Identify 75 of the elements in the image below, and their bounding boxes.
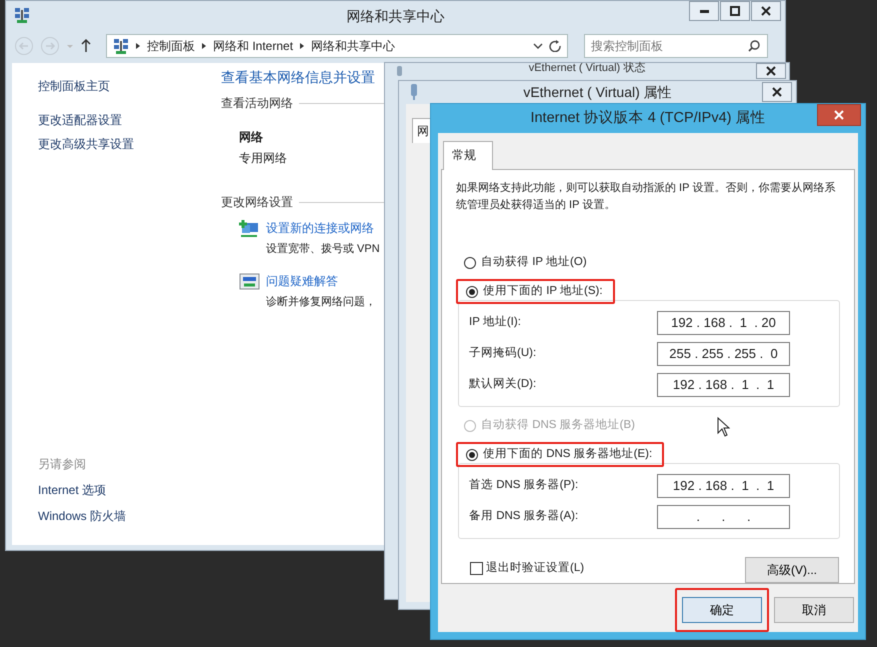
maximize-button[interactable] — [720, 1, 750, 21]
close-icon — [833, 109, 845, 121]
maximize-icon — [730, 6, 740, 16]
task-description: 诊断并修复网络问题， — [266, 294, 376, 310]
field-label: 子网掩码(U): — [469, 346, 538, 361]
search-icon[interactable] — [748, 40, 760, 52]
close-button[interactable] — [756, 63, 786, 79]
close-icon — [771, 86, 783, 98]
task-link[interactable]: 设置新的连接或网络 — [266, 219, 374, 237]
window-title: 网络和共享中心 — [346, 6, 444, 26]
up-arrow-icon[interactable] — [80, 38, 92, 54]
breadcrumb-item[interactable]: 网络和共享中心 — [311, 37, 396, 55]
forward-icon — [40, 36, 60, 56]
network-type: 专用网络 — [239, 150, 287, 167]
field-label: 首选 DNS 服务器(P): — [469, 478, 580, 494]
close-button[interactable] — [817, 104, 861, 126]
sidebar-link[interactable]: 更改适配器设置 — [38, 111, 217, 129]
sidebar-link[interactable]: 控制面板主页 — [38, 77, 217, 95]
cancel-button[interactable]: 取消 — [774, 597, 854, 624]
ip-address-field[interactable]: 255 . 255 . 255 . 0 — [657, 342, 790, 366]
radio-option[interactable]: 使用下面的 DNS 服务器地址(E): — [458, 444, 662, 466]
close-button[interactable] — [762, 82, 792, 102]
field-label: IP 地址(I): — [469, 314, 522, 330]
refresh-icon[interactable] — [549, 40, 561, 52]
network-name: 网络 — [239, 129, 263, 146]
breadcrumb-arrow-icon — [135, 42, 141, 50]
radio-option[interactable]: 自动获得 IP 地址(O) — [456, 252, 597, 274]
field-label: 备用 DNS 服务器(A): — [469, 508, 580, 524]
ip-address-field[interactable]: 192 . 168 . 1 . 1 — [657, 372, 790, 397]
tab[interactable]: 常规 — [443, 141, 493, 170]
adapter-icon — [409, 84, 419, 100]
search-field[interactable]: 搜索控制面板 — [584, 34, 768, 58]
troubleshoot-icon — [239, 272, 260, 290]
minimize-icon — [700, 10, 708, 12]
close-icon — [765, 65, 777, 77]
ok-button[interactable]: 确定 — [682, 597, 762, 624]
field-label: 默认网关(D): — [469, 376, 538, 392]
sidebar-link[interactable]: Internet 选项 — [38, 481, 217, 499]
address-bar[interactable]: 控制面板 网络和 Internet 网络和共享中心 — [106, 34, 568, 58]
page-heading: 查看基本网络信息并设置 — [221, 68, 375, 87]
cursor-icon — [717, 417, 730, 437]
ip-address-field[interactable]: 192 . 168 . 1 . 1 — [657, 474, 790, 498]
task-description: 设置宽带、拨号或 VPN — [266, 242, 380, 257]
ip-address-field[interactable]: 192 . 168 . 1 . 20 — [657, 310, 790, 335]
advanced-button[interactable]: 高级(V)... — [745, 557, 839, 584]
radio-button[interactable] — [466, 286, 478, 298]
minimize-button[interactable] — [689, 1, 719, 21]
radio-button[interactable] — [464, 256, 476, 269]
task-link[interactable]: 问题疑难解答 — [266, 272, 338, 290]
radio-option[interactable]: 使用下面的 IP 地址(S): — [458, 280, 613, 302]
section-label: 另请参阅 — [38, 456, 87, 473]
adapter-icon — [395, 66, 404, 77]
network-icon — [113, 38, 129, 54]
ip-address-field[interactable]: . . . — [657, 504, 790, 529]
chevron-down-icon[interactable] — [533, 43, 543, 49]
description-text: 如果网络支持此功能，则可以获取自动指派的 IP 设置。否则，你需要从网络系统管理员处获得适当的 IP 设置。 — [455, 180, 836, 213]
section-heading: 查看活动网络 — [221, 95, 293, 112]
checkbox-option[interactable]: 退出时验证设置(L) — [470, 560, 584, 577]
breadcrumb-arrow-icon — [299, 42, 306, 50]
breadcrumb-arrow-icon — [201, 42, 207, 50]
checkbox[interactable] — [470, 562, 483, 575]
window-title: vEthernet ( Virtual) 状态 — [528, 63, 646, 74]
section-heading: 更改网络设置 — [221, 194, 293, 211]
breadcrumb-item[interactable]: 控制面板 — [147, 37, 195, 55]
network-setup-icon — [239, 219, 260, 238]
sidebar-link[interactable]: 更改高级共享设置 — [38, 135, 217, 153]
breadcrumb-item[interactable]: 网络和 Internet — [213, 37, 294, 55]
window-title: Internet 协议版本 4 (TCP/IPv4) 属性 — [530, 108, 766, 128]
sidebar-link[interactable]: Windows 防火墙 — [38, 507, 217, 525]
window-title: vEthernet ( Virtual) 属性 — [523, 82, 672, 102]
close-icon — [760, 5, 772, 17]
close-button[interactable] — [751, 1, 781, 21]
radio-button[interactable] — [466, 448, 478, 461]
network-icon — [14, 7, 30, 23]
back-icon — [14, 36, 34, 56]
